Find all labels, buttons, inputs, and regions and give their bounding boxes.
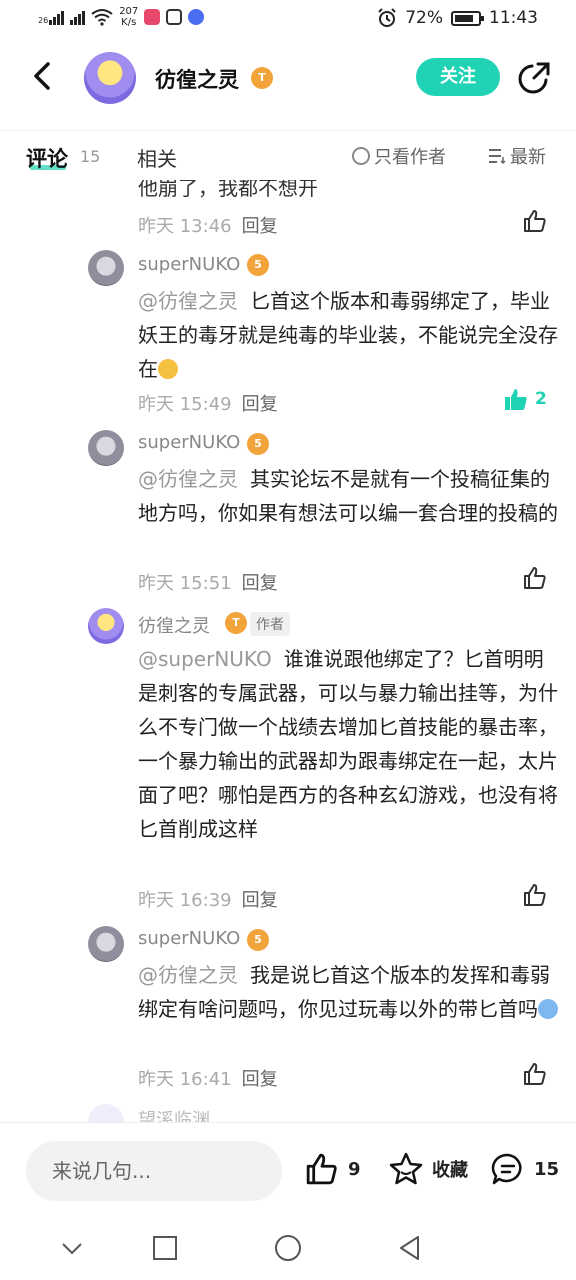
app-notification-icon (144, 9, 161, 25)
commenter-avatar[interactable] (88, 608, 124, 644)
commenter-avatar[interactable] (88, 430, 124, 466)
comment-time: 昨天 13:46 (138, 216, 232, 237)
comment-meta: 昨天 15:49 回复 (138, 390, 278, 416)
comment-meta: 昨天 16:41 回复 (138, 1065, 278, 1091)
comment-body: @superNUKO 谁谁说跟他绑定了？匕首明明是刺客的专属武器，可以与暴力输出挂… (138, 642, 558, 846)
tab-comments[interactable]: 评论 (26, 143, 68, 173)
like-count: 9 (348, 1158, 361, 1180)
author-name[interactable]: 彷徨之灵 (155, 64, 239, 94)
radio-icon (352, 147, 370, 165)
sort-label: 最新 (510, 147, 546, 168)
comments-count: 15 (80, 147, 101, 166)
cell-signal-2-icon (70, 9, 86, 25)
comment-text: 谁谁说跟他绑定了？匕首明明是刺客的专属武器，可以与暴力输出挂等，为什么不专门做一… (138, 647, 558, 841)
only-author-label: 只看作者 (374, 147, 446, 168)
comment-bubble-icon (491, 1153, 522, 1185)
comment-input[interactable]: 来说几句... (26, 1141, 282, 1201)
commenter-avatar[interactable] (88, 1104, 124, 1122)
nav-back-icon[interactable] (396, 1234, 424, 1262)
clock: 11:43 (489, 8, 538, 28)
status-bar: 26 207 K/s 72% 11:43 (0, 0, 576, 40)
thumbs-up-icon (306, 1153, 337, 1185)
share-icon[interactable] (516, 60, 552, 96)
partial-comment-text: 他崩了，我都不想开 (138, 180, 318, 200)
net-speed-value: 207 (119, 6, 139, 17)
sort-icon (489, 149, 506, 165)
mention-link[interactable]: @彷徨之灵 (138, 289, 238, 313)
like-count: 2 (535, 389, 547, 409)
reply-button[interactable]: 回复 (242, 890, 278, 911)
reply-button[interactable]: 回复 (242, 573, 278, 594)
commenter-name[interactable]: superNUKO (138, 254, 240, 275)
emoji-icon (158, 359, 178, 379)
net-speed-unit: K/s (121, 17, 137, 28)
mention-link[interactable]: @彷徨之灵 (138, 963, 238, 987)
commenter-avatar[interactable] (88, 926, 124, 962)
author-avatar[interactable] (84, 52, 136, 104)
tieba-app-icon (188, 9, 205, 25)
nav-down-icon[interactable] (58, 1234, 86, 1262)
comment-input-bar: 来说几句... 9 收藏 15 (0, 1122, 576, 1220)
comment-body: @彷徨之灵 我是说匕首这个版本的发挥和毒弱绑定有啥问题吗，你见过玩毒以外的带匕首吗 (138, 958, 558, 1026)
level-badge-icon: 5 (247, 433, 269, 455)
comments-button[interactable]: 15 (490, 1151, 559, 1187)
mention-link[interactable]: @superNUKO (138, 647, 272, 671)
commenter-name[interactable]: superNUKO (138, 432, 240, 453)
collect-label: 收藏 (432, 1160, 468, 1181)
comment-time: 昨天 15:49 (138, 394, 232, 415)
nav-home-icon[interactable] (274, 1234, 302, 1262)
wifi-icon (91, 9, 113, 26)
like-filled-icon (505, 389, 527, 410)
like-post-button[interactable]: 9 (304, 1151, 361, 1187)
tv-app-icon (166, 9, 183, 25)
comment-body: @彷徨之灵 其实论坛不是就有一个投稿征集的地方吗，你如果有想法可以编一套合理的投稿… (138, 462, 558, 530)
like-icon[interactable] (522, 565, 548, 591)
tab-related[interactable]: 相关 (137, 143, 177, 172)
battery-percent: 72% (405, 8, 443, 28)
cell-signal-icon: 26 (38, 9, 65, 25)
like-icon[interactable] (522, 882, 548, 908)
sort-button[interactable]: 最新 (488, 143, 546, 169)
level-badge-icon: 5 (247, 929, 269, 951)
commenter-name[interactable]: 望溪临渊 (138, 1106, 210, 1122)
mention-link[interactable]: @彷徨之灵 (138, 467, 238, 491)
comment-time: 昨天 16:41 (138, 1069, 232, 1090)
follow-button[interactable]: 关注 (416, 58, 500, 96)
comment-list: 他崩了，我都不想开 昨天 13:46 回复 superNUKO 5 @彷徨之灵 匕首… (0, 180, 576, 1122)
level-badge-icon: T (225, 612, 247, 634)
post-header: 彷徨之灵 T 关注 (0, 40, 576, 116)
author-tag: 作者 (250, 612, 290, 636)
star-icon (389, 1152, 423, 1185)
nav-recents-icon[interactable] (151, 1234, 179, 1262)
reply-button[interactable]: 回复 (242, 1069, 278, 1090)
comment-time: 昨天 16:39 (138, 890, 232, 911)
reply-button[interactable]: 回复 (242, 216, 278, 237)
comment-time: 昨天 15:51 (138, 573, 232, 594)
comment-count: 15 (534, 1158, 560, 1180)
like-button-active[interactable]: 2 (503, 386, 553, 412)
comment-meta: 昨天 15:51 回复 (138, 569, 278, 595)
level-badge-icon: T (251, 67, 273, 89)
emoji-icon (538, 999, 558, 1019)
like-icon[interactable] (522, 1061, 548, 1087)
battery-icon (451, 10, 484, 26)
back-arrow-icon[interactable] (28, 58, 58, 94)
system-nav-bar (0, 1220, 576, 1280)
reply-button[interactable]: 回复 (242, 394, 278, 415)
net-speed: 207 K/s (119, 6, 138, 28)
only-author-toggle[interactable]: 只看作者 (352, 143, 446, 169)
alarm-icon (378, 8, 396, 27)
comment-meta: 昨天 16:39 回复 (138, 886, 278, 912)
comment-tabs: 评论 15 相关 只看作者 最新 (0, 130, 576, 180)
commenter-name[interactable]: superNUKO (138, 928, 240, 949)
comment-meta: 昨天 13:46 回复 (138, 212, 278, 238)
commenter-name[interactable]: 彷徨之灵 (138, 612, 210, 638)
comment-body: @彷徨之灵 匕首这个版本和毒弱绑定了，毕业妖王的毒牙就是纯毒的毕业装，不能说完全没… (138, 284, 558, 386)
collect-button[interactable]: 收藏 (388, 1151, 468, 1187)
commenter-avatar[interactable] (88, 250, 124, 286)
network-type: 26 (38, 16, 49, 25)
like-icon[interactable] (522, 208, 548, 234)
level-badge-icon: 5 (247, 254, 269, 276)
